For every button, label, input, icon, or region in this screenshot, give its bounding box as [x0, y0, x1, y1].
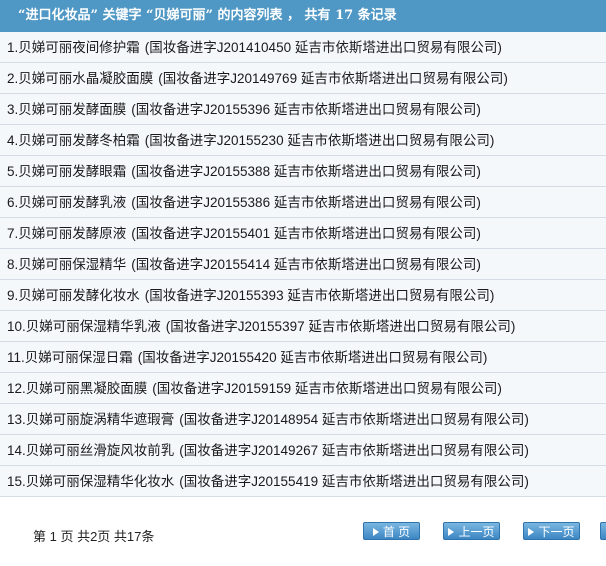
last-page-button[interactable] — [600, 522, 606, 540]
item-detail: (国妆备进字J20155414 延吉市依斯塔进出口贸易有限公司) — [131, 257, 481, 272]
item-name-link[interactable]: 贝娣可丽水晶凝胶面膜 — [18, 71, 153, 86]
item-index: 8. — [7, 257, 19, 272]
item-detail: (国妆备进字J20155396 延吉市依斯塔进出口贸易有限公司) — [131, 102, 481, 117]
pager: 第 1 页 共2页 共17条 首 页 上一页 下一页 — [0, 498, 606, 566]
list-item[interactable]: 11.贝娣可丽保湿日霜 (国妆备进字J20155420 延吉市依斯塔进出口贸易有限… — [0, 342, 606, 373]
item-detail: (国妆备进字J20155388 延吉市依斯塔进出口贸易有限公司) — [131, 164, 481, 179]
item-detail: (国妆备进字J20148954 延吉市依斯塔进出口贸易有限公司) — [179, 412, 529, 427]
item-index: 5. — [7, 164, 19, 179]
list-item[interactable]: 14.贝娣可丽丝滑旋风妆前乳 (国妆备进字J20149267 延吉市依斯塔进出口贸… — [0, 435, 606, 466]
list-item[interactable]: 13.贝娣可丽旋涡精华遮瑕膏 (国妆备进字J20148954 延吉市依斯塔进出口贸… — [0, 404, 606, 435]
list-item[interactable]: 3.贝娣可丽发酵面膜 (国妆备进字J20155396 延吉市依斯塔进出口贸易有限公… — [0, 94, 606, 125]
item-name-link[interactable]: 贝娣可丽保湿日霜 — [25, 350, 133, 365]
list-item[interactable]: 7.贝娣可丽发酵原液 (国妆备进字J20155401 延吉市依斯塔进出口贸易有限公… — [0, 218, 606, 249]
item-name-link[interactable]: 贝娣可丽发酵面膜 — [18, 102, 126, 117]
item-index: 13. — [7, 412, 26, 427]
item-index: 9. — [7, 288, 19, 303]
list-header: “进口化妆品” 关键字 “贝娣可丽” 的内容列表 ， 共有 17 条记录 — [0, 0, 606, 32]
arrow-right-icon — [528, 528, 535, 536]
item-detail: (国妆备进字J20149267 延吉市依斯塔进出口贸易有限公司) — [179, 443, 529, 458]
record-list: 1.贝娣可丽夜间修护霜 (国妆备进字J201410450 延吉市依斯塔进出口贸易有… — [0, 32, 606, 497]
next-page-button[interactable]: 下一页 — [523, 522, 580, 540]
item-name-link[interactable]: 贝娣可丽发酵原液 — [18, 226, 126, 241]
item-index: 6. — [7, 195, 19, 210]
item-name-link[interactable]: 贝娣可丽保湿精华 — [18, 257, 126, 272]
item-detail: (国妆备进字J20155397 延吉市依斯塔进出口贸易有限公司) — [165, 319, 516, 334]
list-item[interactable]: 2.贝娣可丽水晶凝胶面膜 (国妆备进字J20149769 延吉市依斯塔进出口贸易有… — [0, 63, 606, 94]
item-index: 3. — [7, 102, 19, 117]
list-item[interactable]: 15.贝娣可丽保湿精华化妆水 (国妆备进字J20155419 延吉市依斯塔进出口贸… — [0, 466, 606, 497]
next-page-label: 下一页 — [538, 525, 575, 539]
item-index: 4. — [7, 133, 19, 148]
list-item[interactable]: 12.贝娣可丽黑凝胶面膜 (国妆备进字J20159159 延吉市依斯塔进出口贸易有… — [0, 373, 606, 404]
item-name-link[interactable]: 贝娣可丽丝滑旋风妆前乳 — [26, 443, 175, 458]
item-detail: (国妆备进字J20155420 延吉市依斯塔进出口贸易有限公司) — [137, 350, 488, 365]
item-name-link[interactable]: 贝娣可丽夜间修护霜 — [18, 40, 140, 55]
list-item[interactable]: 1.贝娣可丽夜间修护霜 (国妆备进字J201410450 延吉市依斯塔进出口贸易有… — [0, 32, 606, 63]
arrow-right-icon — [448, 528, 455, 536]
list-item[interactable]: 4.贝娣可丽发酵冬柏霜 (国妆备进字J20155230 延吉市依斯塔进出口贸易有限… — [0, 125, 606, 156]
item-name-link[interactable]: 贝娣可丽保湿精华化妆水 — [26, 474, 175, 489]
item-detail: (国妆备进字J20149769 延吉市依斯塔进出口贸易有限公司) — [158, 71, 508, 86]
pager-status: 第 1 页 共2页 共17条 — [33, 529, 155, 544]
list-item[interactable]: 10.贝娣可丽保湿精华乳液 (国妆备进字J20155397 延吉市依斯塔进出口贸易… — [0, 311, 606, 342]
list-item[interactable]: 8.贝娣可丽保湿精华 (国妆备进字J20155414 延吉市依斯塔进出口贸易有限公… — [0, 249, 606, 280]
item-index: 7. — [7, 226, 19, 241]
first-page-label: 首 页 — [382, 525, 411, 539]
item-name-link[interactable]: 贝娣可丽保湿精华乳液 — [26, 319, 161, 334]
item-index: 15. — [7, 474, 26, 489]
item-name-link[interactable]: 贝娣可丽发酵乳液 — [18, 195, 126, 210]
arrow-right-icon — [372, 528, 379, 536]
prev-page-label: 上一页 — [458, 525, 495, 539]
item-name-link[interactable]: 贝娣可丽黑凝胶面膜 — [26, 381, 148, 396]
item-index: 1. — [7, 40, 19, 55]
item-name-link[interactable]: 贝娣可丽发酵眼霜 — [18, 164, 126, 179]
item-index: 14. — [7, 443, 26, 458]
item-index: 12. — [7, 381, 26, 396]
item-index: 10. — [7, 319, 26, 334]
item-detail: (国妆备进字J20159159 延吉市依斯塔进出口贸易有限公司) — [152, 381, 502, 396]
item-detail: (国妆备进字J201410450 延吉市依斯塔进出口贸易有限公司) — [144, 40, 502, 55]
item-name-link[interactable]: 贝娣可丽旋涡精华遮瑕膏 — [26, 412, 175, 427]
item-detail: (国妆备进字J20155401 延吉市依斯塔进出口贸易有限公司) — [131, 226, 481, 241]
item-index: 2. — [7, 71, 19, 86]
item-detail: (国妆备进字J20155386 延吉市依斯塔进出口贸易有限公司) — [131, 195, 481, 210]
item-detail: (国妆备进字J20155393 延吉市依斯塔进出口贸易有限公司) — [144, 288, 495, 303]
list-item[interactable]: 9.贝娣可丽发酵化妆水 (国妆备进字J20155393 延吉市依斯塔进出口贸易有限… — [0, 280, 606, 311]
item-detail: (国妆备进字J20155419 延吉市依斯塔进出口贸易有限公司) — [179, 474, 529, 489]
item-name-link[interactable]: 贝娣可丽发酵冬柏霜 — [18, 133, 140, 148]
item-name-link[interactable]: 贝娣可丽发酵化妆水 — [18, 288, 140, 303]
item-detail: (国妆备进字J20155230 延吉市依斯塔进出口贸易有限公司) — [144, 133, 495, 148]
prev-page-button[interactable]: 上一页 — [443, 522, 500, 540]
record-list-page: “进口化妆品” 关键字 “贝娣可丽” 的内容列表 ， 共有 17 条记录 1.贝… — [0, 0, 606, 566]
list-item[interactable]: 5.贝娣可丽发酵眼霜 (国妆备进字J20155388 延吉市依斯塔进出口贸易有限公… — [0, 156, 606, 187]
first-page-button[interactable]: 首 页 — [363, 522, 420, 540]
list-item[interactable]: 6.贝娣可丽发酵乳液 (国妆备进字J20155386 延吉市依斯塔进出口贸易有限公… — [0, 187, 606, 218]
item-index: 11. — [7, 350, 25, 365]
